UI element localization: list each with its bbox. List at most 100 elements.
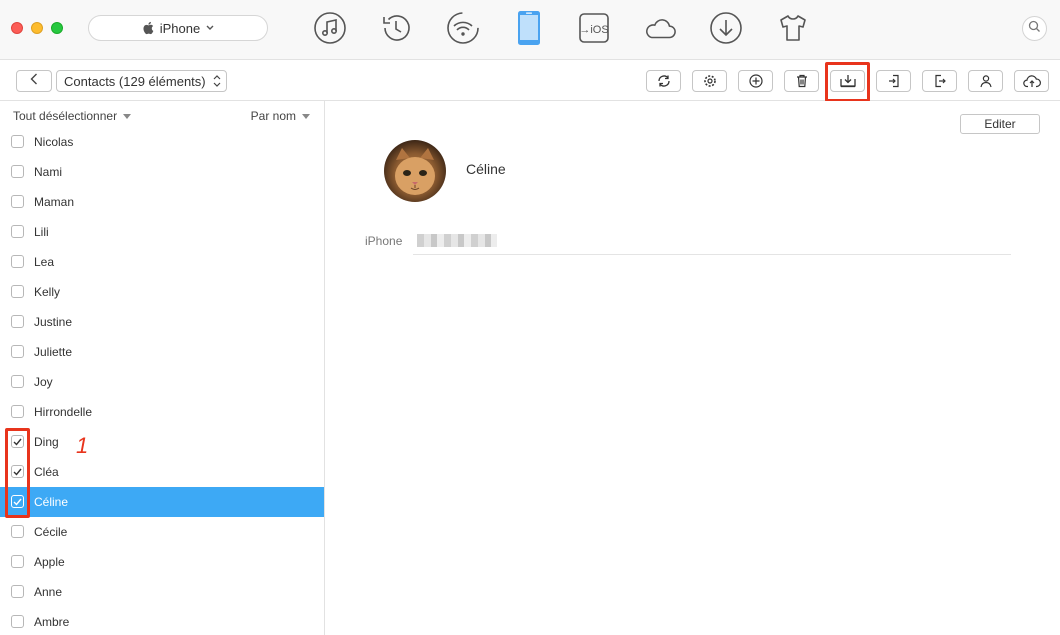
annotation-box-step1 bbox=[5, 428, 30, 518]
music-icon[interactable] bbox=[313, 10, 347, 46]
contact-row[interactable]: Hirrondelle bbox=[0, 397, 324, 427]
wifi-icon[interactable] bbox=[446, 10, 480, 46]
search-button[interactable] bbox=[1022, 16, 1047, 41]
add-button[interactable] bbox=[738, 70, 773, 92]
contact-checkbox[interactable] bbox=[11, 255, 24, 268]
contact-checkbox[interactable] bbox=[11, 525, 24, 538]
minimize-window-button[interactable] bbox=[31, 22, 43, 34]
contact-name: Nicolas bbox=[34, 135, 74, 149]
contact-row[interactable]: Kelly bbox=[0, 277, 324, 307]
contact-name-heading: Céline bbox=[466, 161, 506, 177]
contact-row[interactable]: Nicolas bbox=[0, 127, 324, 157]
svg-text:→iOS: →iOS bbox=[579, 24, 608, 36]
contact-row[interactable]: Céline bbox=[0, 487, 324, 517]
cloud-icon[interactable] bbox=[643, 10, 677, 46]
contact-name: Kelly bbox=[34, 285, 61, 299]
upload-cloud-button[interactable] bbox=[1014, 70, 1049, 92]
export-icon bbox=[933, 74, 947, 88]
zoom-window-button[interactable] bbox=[51, 22, 63, 34]
settings-icon bbox=[703, 74, 717, 88]
back-button[interactable] bbox=[16, 70, 52, 92]
category-select-label: Contacts (129 éléments) bbox=[64, 73, 206, 89]
import-button[interactable] bbox=[876, 70, 911, 92]
to-ios-icon[interactable]: →iOS bbox=[577, 10, 611, 46]
updown-arrows-icon bbox=[213, 74, 221, 91]
caret-down-icon bbox=[123, 113, 132, 119]
contact-name: Nami bbox=[34, 165, 63, 179]
contact-row[interactable]: Cécile bbox=[0, 517, 324, 547]
contact-checkbox[interactable] bbox=[11, 165, 24, 178]
contact-checkbox[interactable] bbox=[11, 225, 24, 238]
settings-button[interactable] bbox=[692, 70, 727, 92]
contact-checkbox[interactable] bbox=[11, 555, 24, 568]
contact-name: Anne bbox=[34, 585, 63, 599]
contact-checkbox[interactable] bbox=[11, 405, 24, 418]
contact-row[interactable]: Maman bbox=[0, 187, 324, 217]
contact-row[interactable]: Joy bbox=[0, 367, 324, 397]
export-button[interactable] bbox=[922, 70, 957, 92]
deselect-all-label: Tout désélectionner bbox=[13, 109, 118, 123]
category-select[interactable]: Contacts (129 éléments) bbox=[56, 70, 227, 92]
avatar bbox=[384, 140, 446, 202]
contact-checkbox[interactable] bbox=[11, 345, 24, 358]
contact-row[interactable]: Apple bbox=[0, 547, 324, 577]
close-window-button[interactable] bbox=[11, 22, 23, 34]
contact-name: Hirrondelle bbox=[34, 405, 93, 419]
sort-by-dropdown[interactable]: Par nom bbox=[251, 109, 310, 123]
kitten-photo bbox=[384, 140, 446, 202]
delete-icon bbox=[795, 74, 809, 88]
contact-name: Céline bbox=[34, 495, 69, 509]
contact-checkbox[interactable] bbox=[11, 615, 24, 628]
contact-row[interactable]: Ambre bbox=[0, 607, 324, 635]
contact-detail-pane: Editer Céline iPhone bbox=[326, 101, 1060, 635]
contact-name: Ambre bbox=[34, 615, 70, 629]
contact-row[interactable]: Ding bbox=[0, 427, 324, 457]
contact-row[interactable]: Lili bbox=[0, 217, 324, 247]
annotation-label-step1: 1 bbox=[76, 433, 89, 458]
sort-by-label: Par nom bbox=[250, 109, 296, 123]
contact-list-pane: Tout désélectionner Par nom Nicolas Nami M… bbox=[0, 101, 325, 635]
title-bar: iPhone →iOS bbox=[0, 0, 1060, 60]
contact-checkbox[interactable] bbox=[11, 135, 24, 148]
phone-number-redacted bbox=[417, 234, 497, 247]
contact-row[interactable]: Lea bbox=[0, 247, 324, 277]
annotation-box-step2 bbox=[825, 62, 870, 102]
contact-checkbox[interactable] bbox=[11, 285, 24, 298]
contacts-toolbar: Contacts (129 éléments) bbox=[0, 61, 1060, 101]
contact-row[interactable]: Juliette bbox=[0, 337, 324, 367]
contact-name: Apple bbox=[34, 555, 65, 569]
contact-name: Lea bbox=[34, 255, 55, 269]
download-icon[interactable] bbox=[709, 10, 743, 46]
contact-checkbox[interactable] bbox=[11, 585, 24, 598]
contact-name: Cléa bbox=[34, 465, 59, 479]
apple-icon bbox=[142, 21, 154, 35]
contact-row[interactable]: Nami bbox=[0, 157, 324, 187]
contact-checkbox[interactable] bbox=[11, 375, 24, 388]
field-divider bbox=[413, 254, 1011, 255]
contact-row[interactable]: Cléa bbox=[0, 457, 324, 487]
edit-button[interactable]: Editer bbox=[960, 114, 1040, 134]
tshirt-icon[interactable] bbox=[776, 10, 810, 46]
list-header: Tout désélectionner Par nom bbox=[0, 101, 324, 129]
phone-icon[interactable] bbox=[512, 10, 546, 46]
refresh-button[interactable] bbox=[646, 70, 681, 92]
contact-name: Lili bbox=[34, 225, 49, 239]
contact-checkbox[interactable] bbox=[11, 195, 24, 208]
contact-name: Juliette bbox=[34, 345, 73, 359]
chevron-down-icon bbox=[206, 25, 214, 31]
contact-name: Justine bbox=[34, 315, 73, 329]
contact-icon bbox=[979, 74, 993, 88]
contact-button[interactable] bbox=[968, 70, 1003, 92]
import-icon bbox=[887, 74, 901, 88]
delete-button[interactable] bbox=[784, 70, 819, 92]
contact-name: Cécile bbox=[34, 525, 68, 539]
history-icon[interactable] bbox=[379, 10, 413, 46]
chevron-left-icon bbox=[30, 72, 38, 90]
contact-row[interactable]: Justine bbox=[0, 307, 324, 337]
deselect-all-dropdown[interactable]: Tout désélectionner bbox=[13, 109, 132, 123]
device-selector[interactable]: iPhone bbox=[88, 15, 268, 41]
contact-row[interactable]: Anne bbox=[0, 577, 324, 607]
contact-checkbox[interactable] bbox=[11, 315, 24, 328]
upload-cloud-icon bbox=[1022, 74, 1041, 88]
contact-name: Joy bbox=[34, 375, 53, 389]
